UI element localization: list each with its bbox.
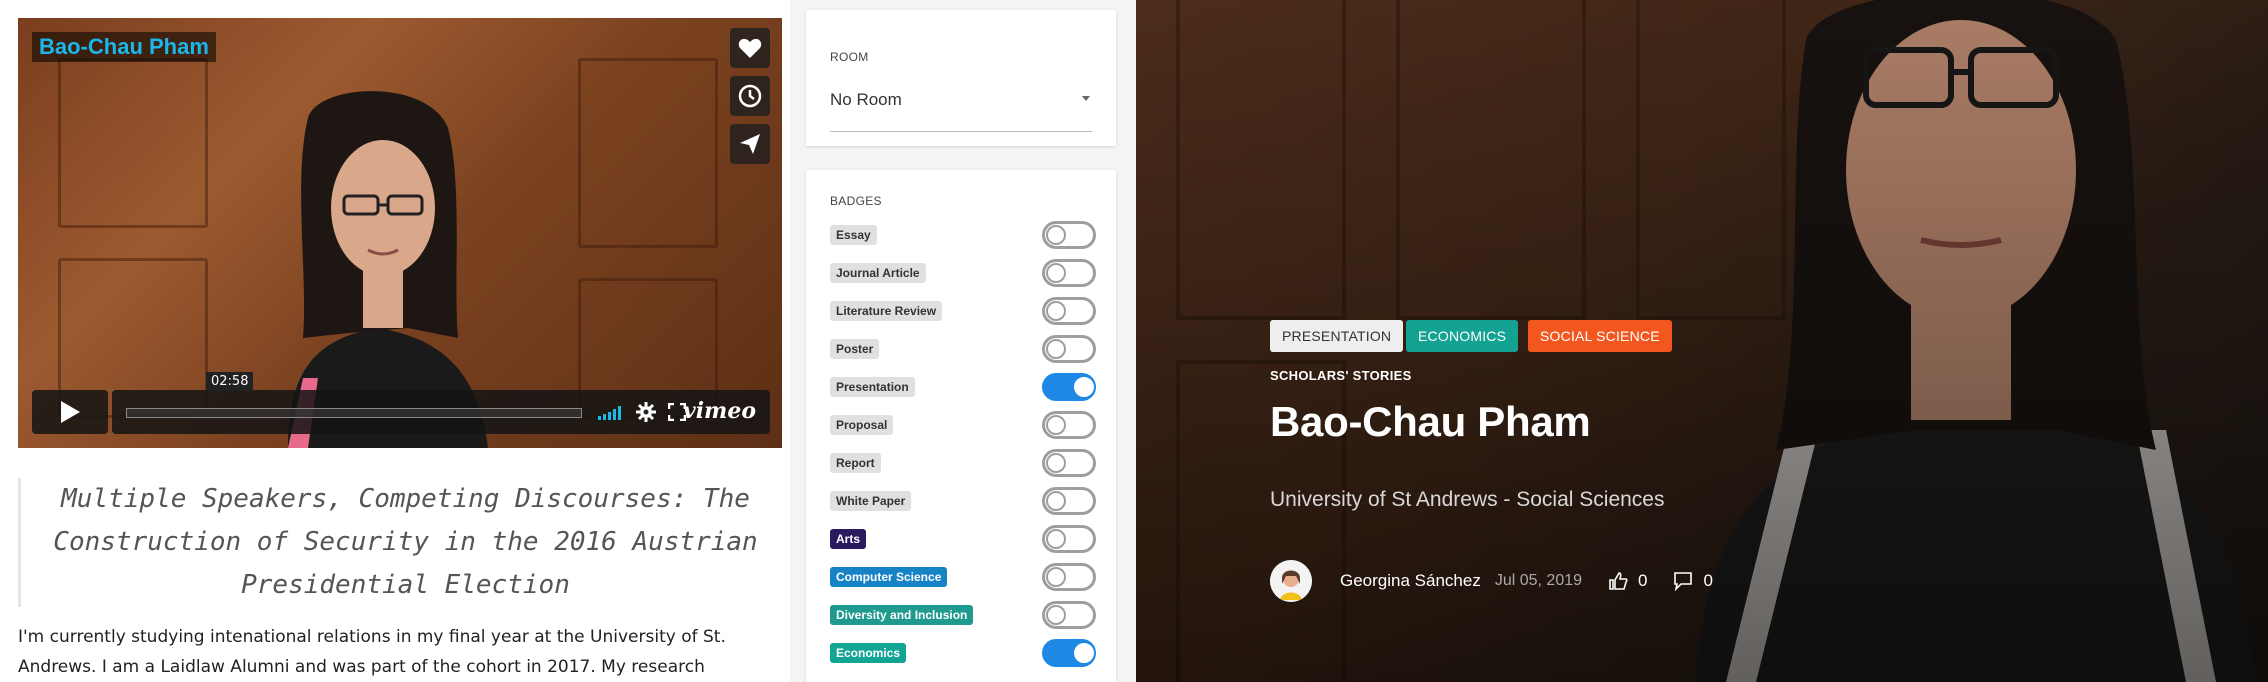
heart-icon xyxy=(738,38,762,58)
comment-count[interactable]: 0 xyxy=(1673,571,1713,591)
room-select-value: No Room xyxy=(830,90,902,109)
time-tooltip: 02:58 xyxy=(206,372,254,391)
badge-row: Presentation xyxy=(830,368,1096,406)
toggle-knob xyxy=(1046,263,1066,283)
clock-icon xyxy=(738,84,762,108)
comment-icon xyxy=(1674,572,1693,591)
badge-row: White Paper xyxy=(830,482,1096,520)
like-count[interactable]: 0 xyxy=(1608,571,1647,591)
badge-label: Proposal xyxy=(830,415,894,435)
article-title: Multiple Speakers, Competing Discourses:… xyxy=(18,478,782,607)
control-bar: 02:58 vimeo xyxy=(112,372,770,434)
play-button[interactable] xyxy=(32,390,108,434)
hero-title: Bao-Chau Pham xyxy=(1270,398,1591,445)
badge-row: Report xyxy=(830,444,1096,482)
vimeo-logo[interactable]: vimeo xyxy=(683,398,756,424)
badge-row: Diversity and Inclusion xyxy=(830,596,1096,634)
badge-toggle[interactable] xyxy=(1042,411,1096,439)
like-count-value: 0 xyxy=(1638,571,1648,590)
badge-label: Report xyxy=(830,453,881,473)
volume-control[interactable] xyxy=(598,404,621,420)
badge-label: White Paper xyxy=(830,491,912,511)
badge-label: Computer Science xyxy=(830,567,948,587)
chevron-down-icon xyxy=(1082,96,1090,101)
page: Bao-Chau Pham 02:58 vimeo Multiple Speak… xyxy=(0,0,2268,682)
badge-toggle[interactable] xyxy=(1042,525,1096,553)
tag-chip[interactable]: SOCIAL SCIENCE xyxy=(1528,320,1672,352)
toggle-knob xyxy=(1046,301,1066,321)
toggle-knob xyxy=(1046,567,1066,587)
tag-chip[interactable]: PRESENTATION xyxy=(1270,320,1404,352)
thumbs-up-icon xyxy=(1609,572,1628,590)
video-title[interactable]: Bao-Chau Pham xyxy=(32,32,216,62)
post-meta: Georgina Sánchez Jul 05, 2019 0 0 xyxy=(1270,560,1713,602)
watch-later-button[interactable] xyxy=(730,76,770,116)
post-date: Jul 05, 2019 xyxy=(1494,572,1583,589)
toggle-knob xyxy=(1046,415,1066,435)
badge-label: Poster xyxy=(830,339,880,359)
badge-label: Economics xyxy=(830,643,907,663)
badge-toggle[interactable] xyxy=(1042,563,1096,591)
toggle-knob xyxy=(1046,225,1066,245)
tag-chip[interactable]: ECONOMICS xyxy=(1406,320,1519,352)
badge-row: Literature Review xyxy=(830,292,1096,330)
progress-track[interactable] xyxy=(126,408,582,418)
send-icon xyxy=(740,134,760,154)
wood-panel xyxy=(578,58,718,248)
badge-toggle[interactable] xyxy=(1042,297,1096,325)
badge-row: Proposal xyxy=(830,406,1096,444)
badge-toggle[interactable] xyxy=(1042,449,1096,477)
settings-panel: ROOM No Room BADGES Essay Journal Article… xyxy=(790,0,1136,682)
comment-count-value: 0 xyxy=(1703,571,1713,590)
room-card: ROOM No Room xyxy=(806,10,1116,146)
badge-label: Arts xyxy=(830,529,867,549)
category-eyebrow[interactable]: SCHOLARS' STORIES xyxy=(1270,368,1412,383)
toggle-knob xyxy=(1046,491,1066,511)
badge-label: Presentation xyxy=(830,377,915,397)
badge-row: Poster xyxy=(830,330,1096,368)
badge-toggle[interactable] xyxy=(1042,221,1096,249)
toggle-knob xyxy=(1074,377,1094,397)
article-body: I'm currently studying intenational rela… xyxy=(18,627,726,677)
author-avatar[interactable] xyxy=(1270,560,1312,602)
toggle-knob xyxy=(1046,605,1066,625)
badge-label: Essay xyxy=(830,225,877,245)
badge-row: Essay xyxy=(830,216,1096,254)
badge-label: Diversity and Inclusion xyxy=(830,605,974,625)
video-controls: 02:58 vimeo xyxy=(32,372,770,434)
toggle-knob xyxy=(1046,529,1066,549)
hero-banner: PRESENTATION ECONOMICS SOCIAL SCIENCE SCHO… xyxy=(1136,0,2268,682)
badges-card: BADGES Essay Journal Article Literature Re… xyxy=(806,170,1116,682)
badge-row: Arts xyxy=(830,520,1096,558)
settings-icon[interactable] xyxy=(636,402,656,422)
wood-panel xyxy=(58,58,208,228)
badge-row: Economics xyxy=(830,634,1096,672)
badge-row: Journal Article xyxy=(830,254,1096,292)
badge-toggle[interactable] xyxy=(1042,259,1096,287)
badge-toggle[interactable] xyxy=(1042,373,1096,401)
like-button[interactable] xyxy=(730,28,770,68)
share-button[interactable] xyxy=(730,124,770,164)
toggle-knob xyxy=(1046,453,1066,473)
author-name[interactable]: Georgina Sánchez xyxy=(1340,571,1481,591)
room-select[interactable]: No Room xyxy=(830,80,1092,132)
toggle-knob xyxy=(1046,339,1066,359)
room-label: ROOM xyxy=(830,50,869,64)
badge-toggle[interactable] xyxy=(1042,335,1096,363)
article-panel: Bao-Chau Pham 02:58 vimeo Multiple Speak… xyxy=(0,0,790,682)
badges-label: BADGES xyxy=(830,194,882,208)
video-player[interactable]: Bao-Chau Pham 02:58 vimeo xyxy=(18,18,782,448)
avatar-icon xyxy=(1270,560,1312,602)
badge-row: Computer Science xyxy=(830,558,1096,596)
badge-toggle[interactable] xyxy=(1042,639,1096,667)
badge-toggle[interactable] xyxy=(1042,601,1096,629)
badge-toggle[interactable] xyxy=(1042,487,1096,515)
toggle-knob xyxy=(1074,643,1094,663)
badge-label: Literature Review xyxy=(830,301,943,321)
hero-subtitle: University of St Andrews - Social Scienc… xyxy=(1270,488,1665,511)
badge-label: Journal Article xyxy=(830,263,926,283)
play-icon xyxy=(61,401,80,423)
